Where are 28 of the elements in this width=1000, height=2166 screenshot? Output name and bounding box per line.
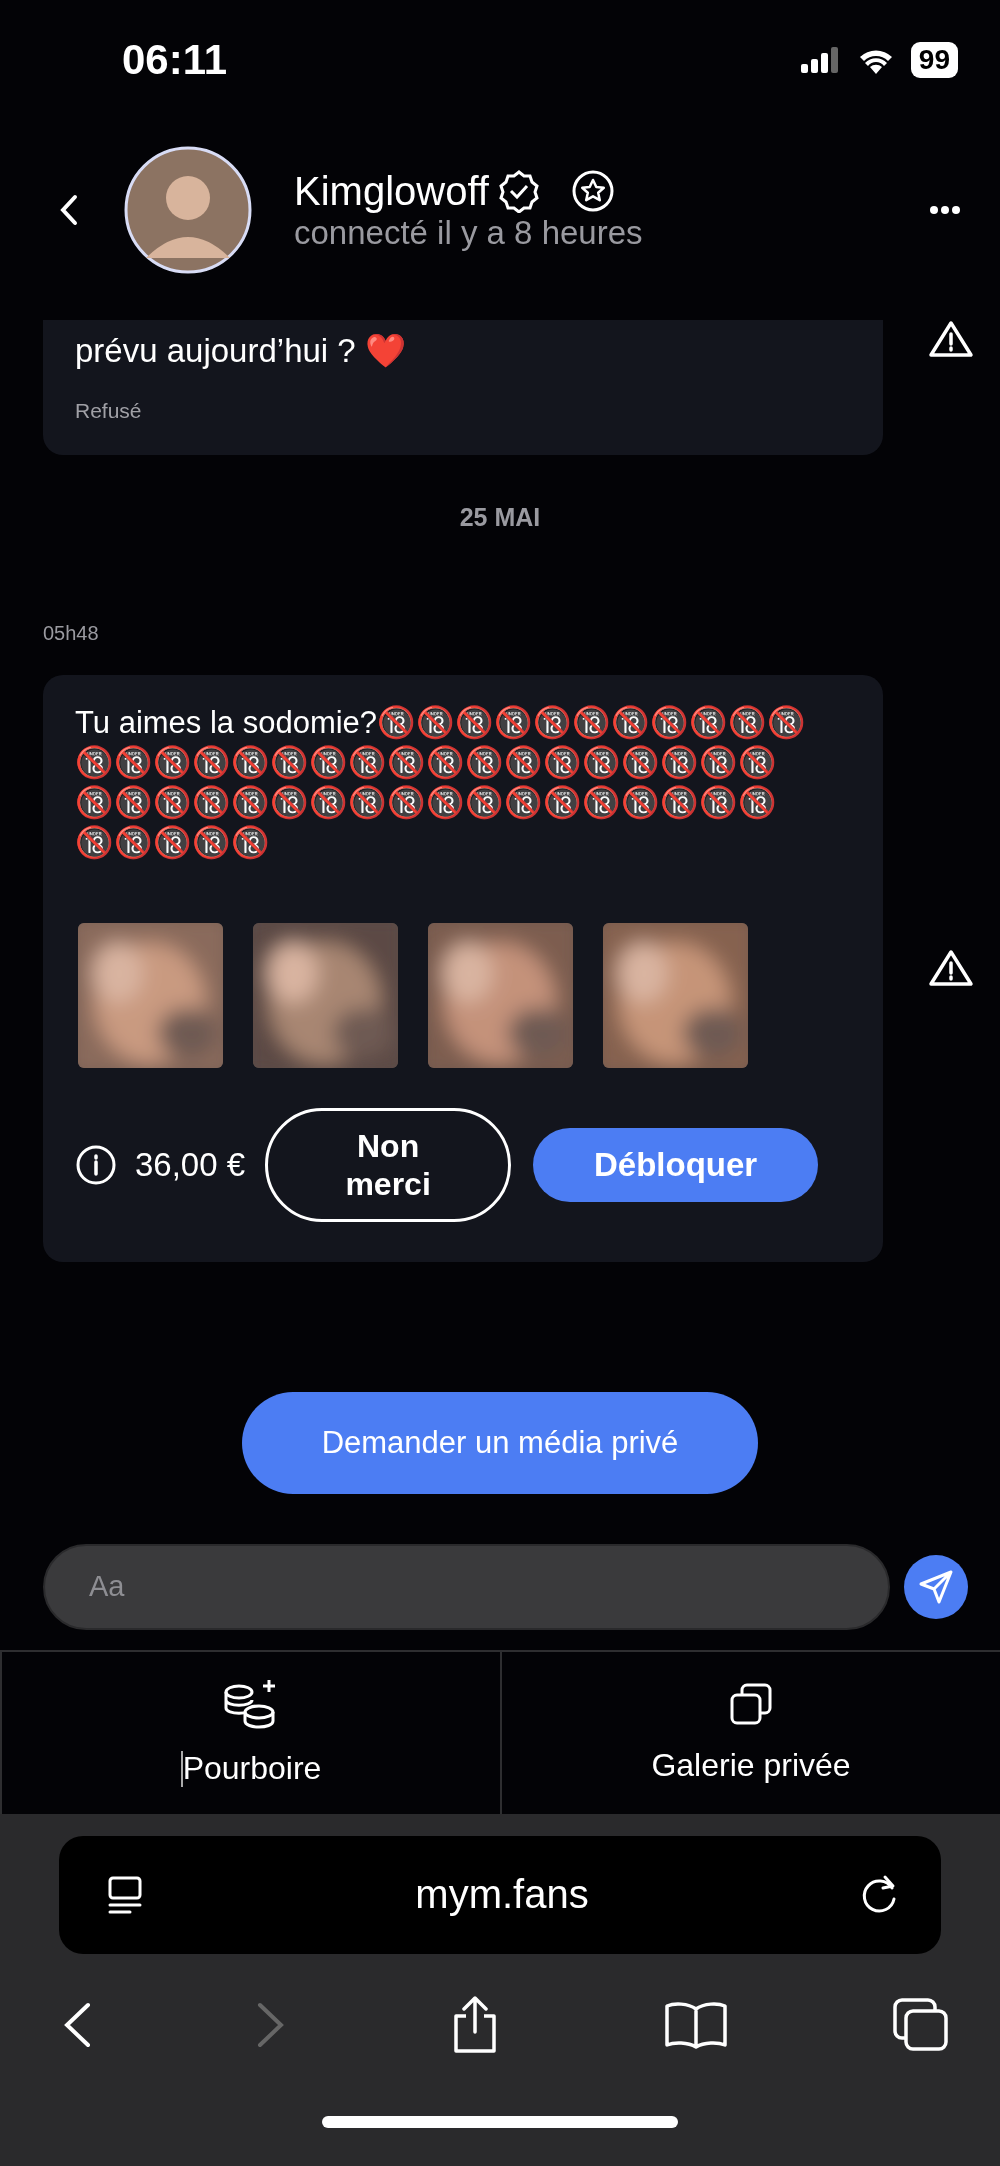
battery-indicator: 99	[910, 42, 958, 78]
status-time: 06:11	[122, 36, 228, 84]
address-bar[interactable]: mym.fans	[59, 1835, 941, 1954]
request-media-button[interactable]: Demander un média privé	[242, 1391, 758, 1494]
info-icon[interactable]	[75, 1143, 117, 1186]
unlock-button[interactable]: Débloquer	[533, 1127, 819, 1202]
profile-name: Kimglowoff	[294, 168, 489, 214]
verified-icon	[496, 169, 541, 213]
price: 36,00 €	[135, 1145, 246, 1184]
back-icon[interactable]	[62, 2000, 92, 2049]
avatar[interactable]	[124, 146, 252, 274]
warning-icon[interactable]	[928, 949, 974, 988]
more-icon[interactable]	[930, 206, 960, 214]
url-text: mym.fans	[415, 1872, 589, 1918]
signal-icon	[800, 47, 841, 73]
message-text: Tu aimes la sodomie?🔞🔞🔞🔞🔞🔞🔞🔞🔞🔞🔞🔞🔞🔞🔞🔞🔞🔞🔞🔞🔞🔞🔞🔞🔞🔞🔞🔞🔞🔞🔞🔞🔞🔞🔞🔞🔞🔞🔞🔞🔞🔞🔞🔞🔞🔞🔞🔞🔞🔞🔞🔞	[75, 703, 808, 862]
message-input[interactable]: Aa	[43, 1543, 890, 1630]
book-icon[interactable]	[664, 2000, 728, 2049]
decline-button[interactable]: Non merci	[265, 1107, 512, 1222]
copy-icon	[728, 1681, 774, 1728]
message-text: prévu aujourd’hui ? ❤	[75, 331, 407, 371]
last-seen: connecté il y a 8 heures	[294, 213, 644, 252]
chevron-left-icon	[58, 193, 80, 227]
message-time: 05h48	[43, 621, 100, 645]
tabs-icon[interactable]	[892, 1996, 950, 2053]
message-status: Refusé	[75, 398, 143, 423]
warning-icon[interactable]	[928, 320, 974, 358]
date-separator: 25 MAI	[459, 502, 541, 532]
